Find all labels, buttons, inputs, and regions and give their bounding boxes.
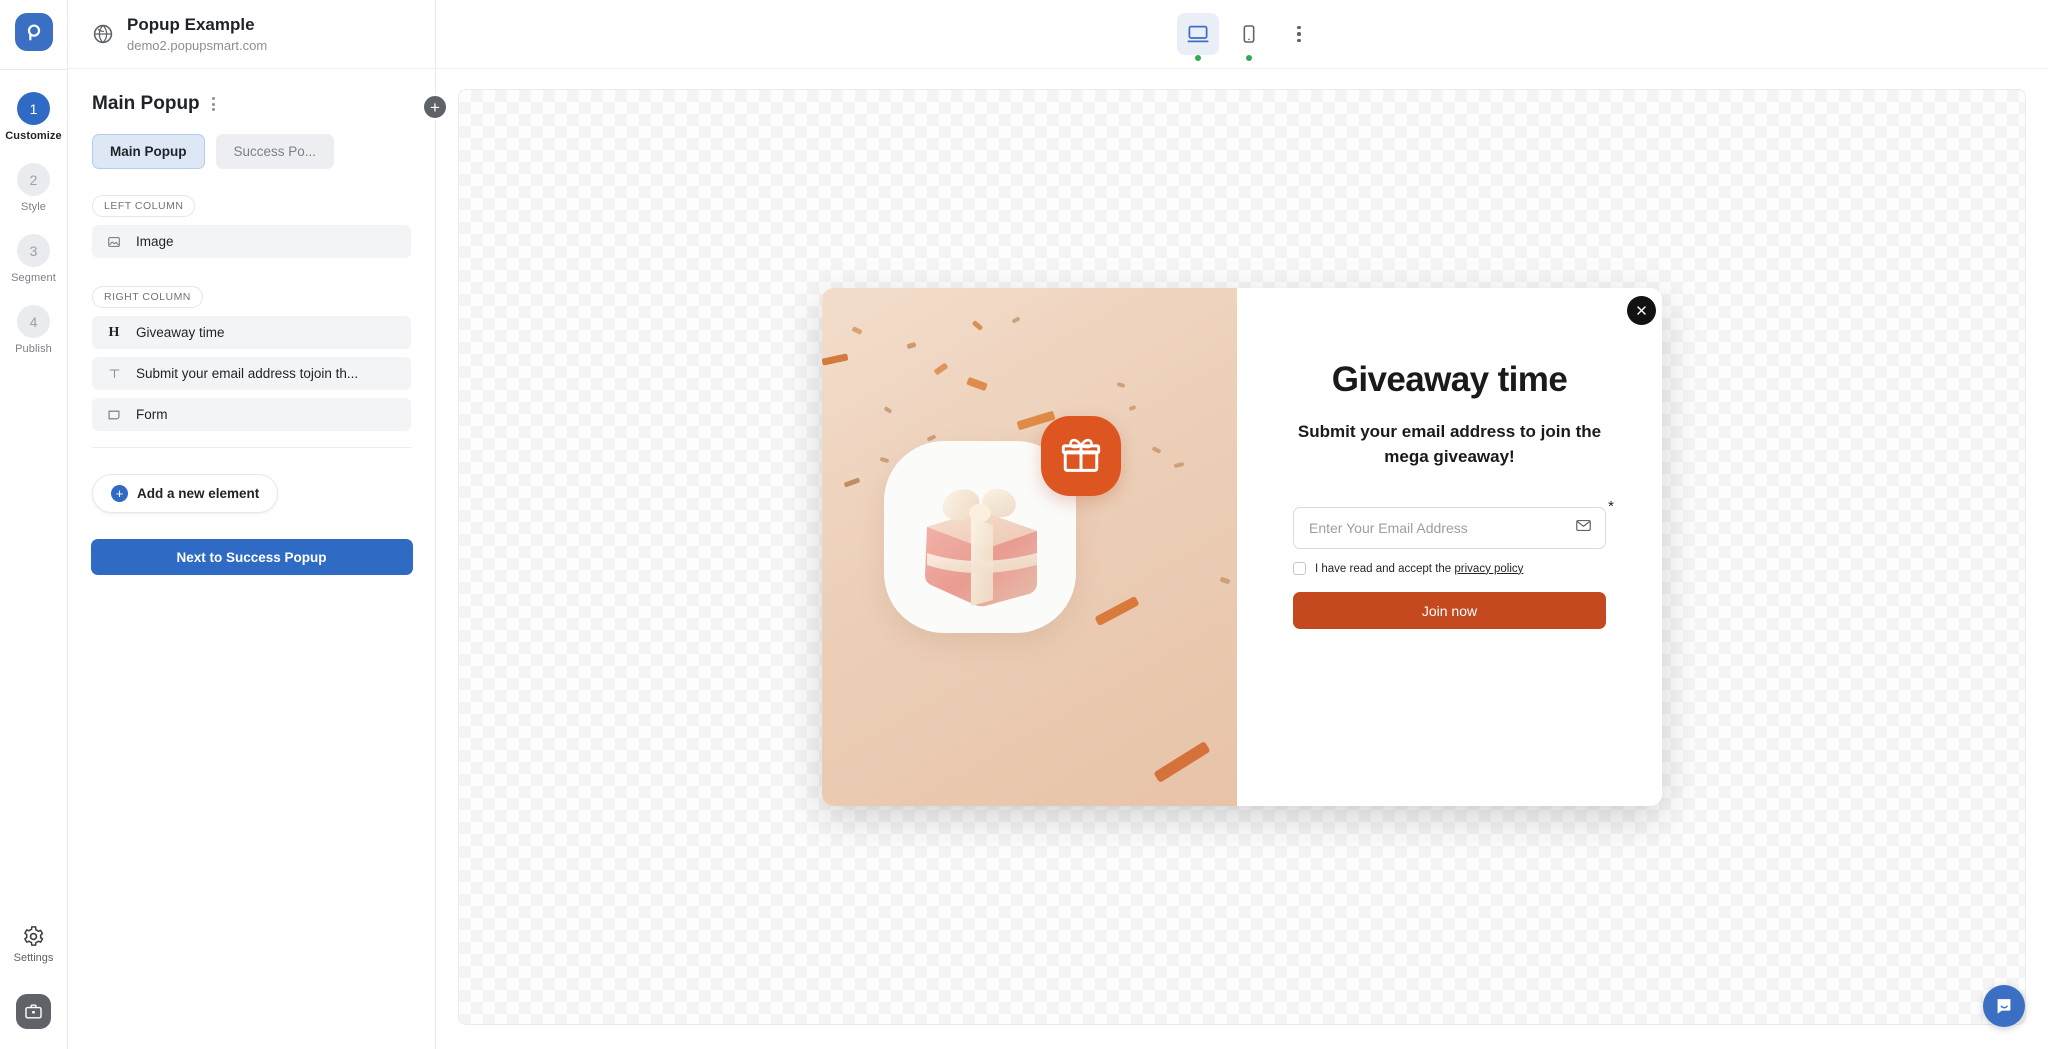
rail-bottom-section: Settings: [0, 925, 67, 1049]
editor-panel: Popup Example demo2.popupsmart.com + Mai…: [68, 0, 448, 1049]
gift-icon: [1061, 438, 1101, 472]
next-to-success-popup-button[interactable]: Next to Success Popup: [90, 539, 413, 575]
panel-heading-row: Main Popup: [68, 69, 435, 115]
briefcase-button[interactable]: [16, 994, 51, 1029]
panel-divider: [92, 447, 411, 448]
close-popup-button[interactable]: [1627, 296, 1656, 325]
page-title: Main Popup: [92, 93, 200, 114]
popup-content-panel: Giveaway time Submit your email address …: [1237, 288, 1662, 806]
globe-icon: [92, 23, 114, 45]
step-label-publish: Publish: [15, 343, 52, 355]
element-row-heading[interactable]: H Giveaway time: [92, 316, 411, 349]
consent-text: I have read and accept the privacy polic…: [1315, 563, 1523, 575]
popup-title: Giveaway time: [1331, 360, 1568, 399]
close-icon: [1637, 306, 1646, 315]
add-popup-button[interactable]: +: [422, 94, 448, 120]
popup-tabs: Main Popup Success Po...: [68, 115, 435, 169]
popup-options-menu-icon[interactable]: [209, 93, 218, 115]
step-label-style: Style: [21, 201, 46, 213]
main-area: Giveaway time Submit your email address …: [436, 0, 2048, 1049]
briefcase-icon: [25, 1004, 42, 1019]
element-label: Giveaway time: [136, 325, 225, 340]
step-number-4: 4: [17, 305, 50, 338]
tab-success-popup[interactable]: Success Po...: [215, 134, 335, 169]
desktop-status-dot: [1195, 55, 1202, 61]
add-new-element-button[interactable]: + Add a new element: [92, 474, 279, 513]
element-label: Image: [136, 234, 174, 249]
settings-label: Settings: [13, 952, 54, 964]
gift-icon-badge: [1041, 416, 1121, 496]
canvas-wrapper: Giveaway time Submit your email address …: [436, 69, 2048, 1049]
right-column-badge: RIGHT COLUMN: [92, 286, 203, 308]
envelope-icon: [1575, 517, 1592, 539]
element-row-form[interactable]: Form: [92, 398, 411, 431]
privacy-policy-checkbox[interactable]: [1293, 562, 1306, 576]
rail-divider: [0, 69, 67, 70]
gear-icon: [24, 926, 44, 946]
panel-site-header: Popup Example demo2.popupsmart.com: [68, 0, 435, 69]
image-icon: [105, 235, 123, 249]
form-icon: [105, 408, 123, 422]
popup-preview: Giveaway time Submit your email address …: [822, 288, 1662, 806]
sidebar-step-customize[interactable]: 1 Customize: [0, 92, 67, 142]
join-now-button[interactable]: Join now: [1293, 592, 1606, 630]
mobile-status-dot: [1246, 55, 1253, 61]
element-label: Form: [136, 407, 168, 422]
popup-image-panel: [822, 288, 1237, 806]
mobile-icon: [1243, 25, 1255, 43]
desktop-preview-button[interactable]: [1177, 13, 1220, 61]
left-rail: 1 Customize 2 Style 3 Segment 4 Publish: [0, 0, 68, 1049]
preview-options-menu-icon[interactable]: [1291, 18, 1307, 51]
email-input[interactable]: [1293, 507, 1606, 550]
element-row-image[interactable]: Image: [92, 225, 411, 258]
element-label: Submit your email address tojoin th...: [136, 366, 359, 381]
step-label-segment: Segment: [11, 272, 56, 284]
privacy-policy-link[interactable]: privacy policy: [1454, 563, 1523, 575]
sidebar-step-segment[interactable]: 3 Segment: [0, 234, 67, 284]
step-number-2: 2: [17, 163, 50, 196]
sidebar-step-style[interactable]: 2 Style: [0, 163, 67, 213]
chat-widget-button[interactable]: [1983, 985, 2025, 1027]
settings-button[interactable]: Settings: [13, 925, 54, 964]
step-number-3: 3: [17, 234, 50, 267]
consent-row: I have read and accept the privacy polic…: [1293, 562, 1606, 576]
heading-icon: H: [108, 324, 120, 340]
site-url: demo2.popupsmart.com: [127, 37, 268, 53]
desktop-icon: [1187, 25, 1209, 43]
left-column-badge: LEFT COLUMN: [92, 195, 196, 217]
preview-toolbar: [436, 0, 2048, 69]
mobile-preview-button[interactable]: [1228, 13, 1270, 61]
sidebar-step-publish[interactable]: 4 Publish: [0, 305, 67, 355]
left-column-elements: Image: [68, 225, 435, 258]
popup-inner: Giveaway time Submit your email address …: [822, 288, 1662, 806]
right-column-elements: H Giveaway time Submit your email addres…: [68, 316, 435, 431]
popup-form: * Enter Your Email Address I have read a…: [1293, 499, 1614, 630]
plus-icon: +: [111, 485, 128, 502]
required-marker: *: [1608, 498, 1614, 516]
element-row-text[interactable]: Submit your email address tojoin th...: [92, 357, 411, 390]
app-root: 1 Customize 2 Style 3 Segment 4 Publish: [0, 0, 2048, 1049]
email-field-wrapper: *: [1293, 499, 1614, 550]
site-title: Popup Example: [127, 15, 255, 35]
chat-bubble-icon: [1997, 999, 2011, 1014]
step-navigation: 1 Customize 2 Style 3 Segment 4 Publish: [0, 92, 67, 376]
step-number-1: 1: [17, 92, 50, 125]
preview-canvas: Giveaway time Submit your email address …: [458, 89, 2026, 1025]
consent-prefix: I have read and accept the: [1315, 562, 1455, 575]
tab-main-popup[interactable]: Main Popup: [92, 134, 205, 169]
text-icon: [105, 367, 123, 380]
popupsmart-logo-icon[interactable]: [14, 13, 53, 51]
step-label-customize: Customize: [5, 130, 62, 142]
popup-subtitle: Submit your email address to join the me…: [1297, 422, 1602, 466]
add-new-element-label: Add a new element: [137, 486, 260, 501]
